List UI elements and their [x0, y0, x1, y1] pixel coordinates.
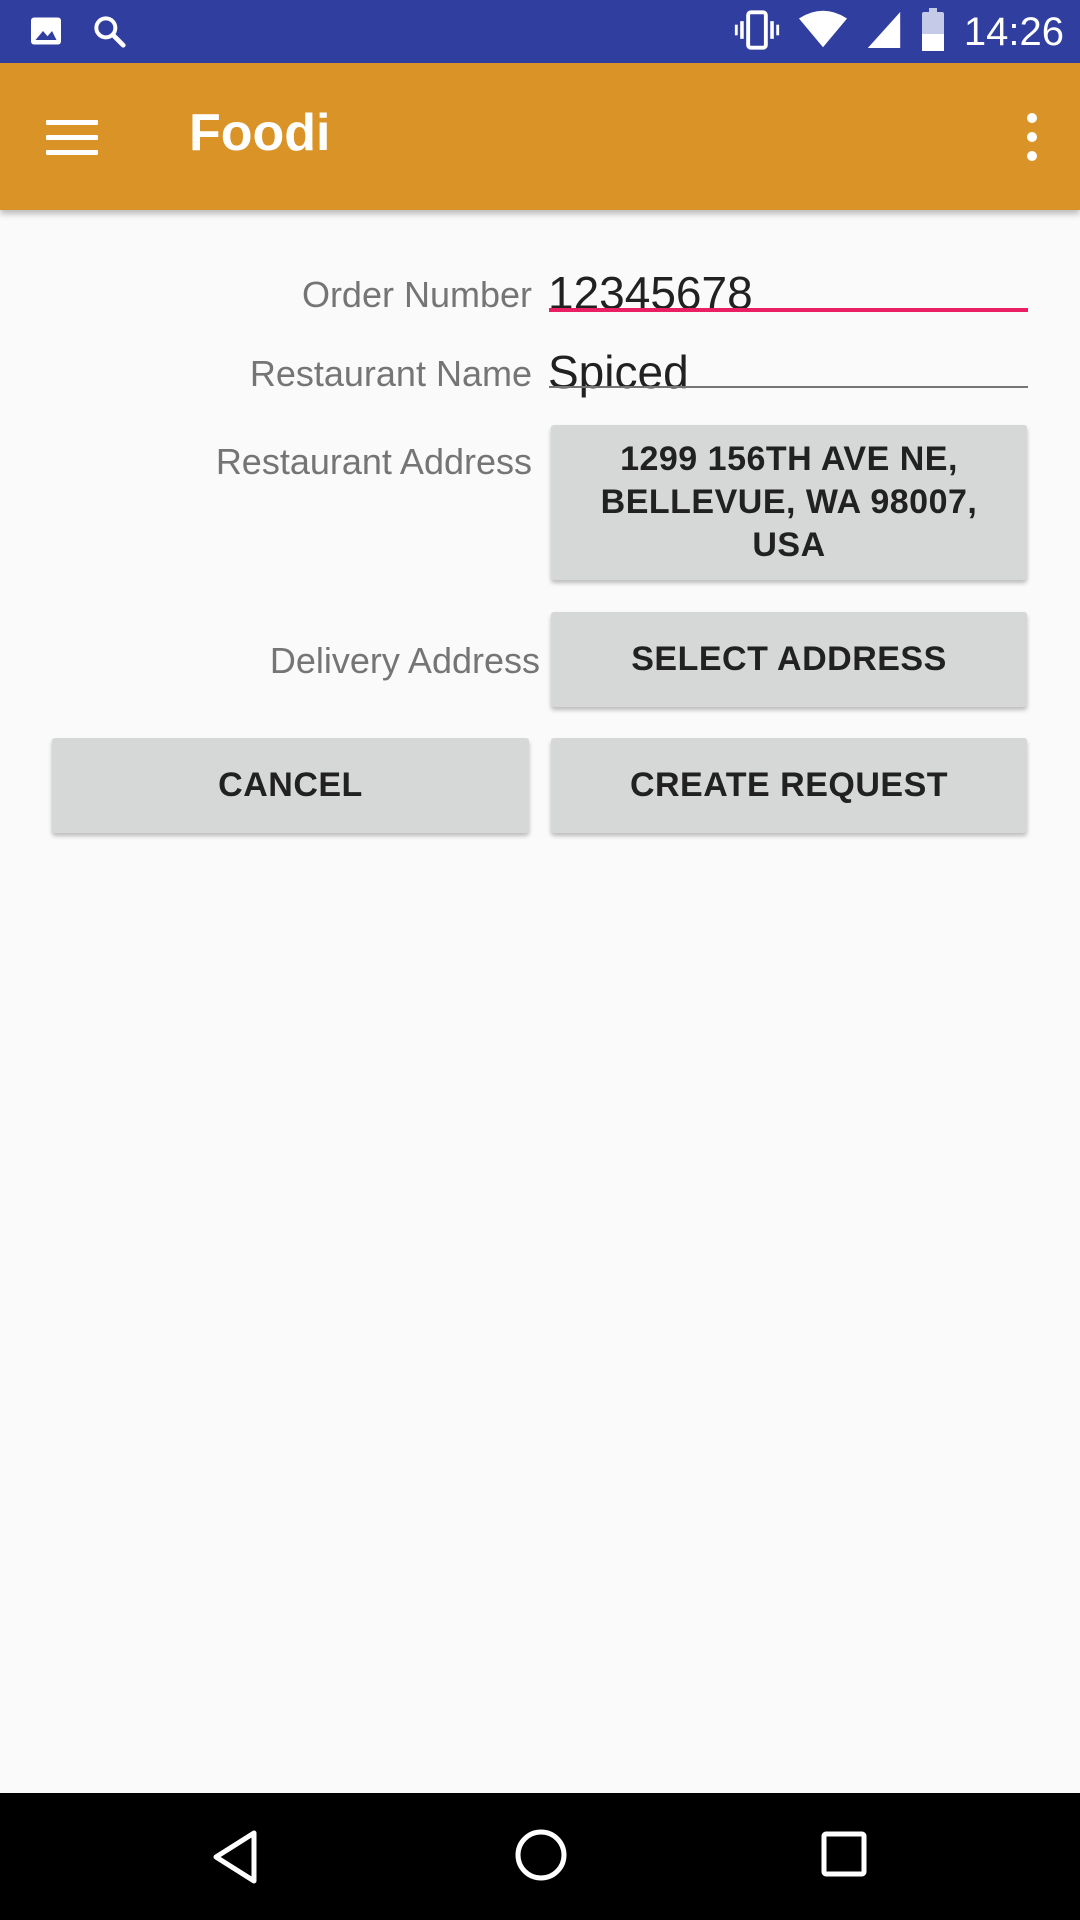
delivery-address-label: Delivery Address — [269, 640, 540, 681]
search-icon — [90, 12, 128, 55]
status-bar-left — [28, 12, 128, 55]
order-number-underline — [549, 308, 1028, 312]
battery-icon — [920, 8, 946, 57]
status-time: 14:26 — [963, 10, 1064, 54]
app-title: Foodi — [189, 104, 331, 162]
select-address-button[interactable]: SELECT ADDRESS — [551, 612, 1027, 707]
restaurant-name-label: Restaurant Name — [249, 353, 532, 394]
navigation-bar — [0, 1793, 1080, 1920]
restaurant-address-label: Restaurant Address — [215, 441, 532, 482]
menu-icon[interactable] — [36, 107, 108, 167]
recents-icon[interactable] — [821, 1831, 867, 1882]
restaurant-name-underline — [549, 386, 1028, 388]
restaurant-name-input[interactable]: Spiced — [548, 345, 689, 399]
wifi-icon — [798, 10, 848, 55]
cancel-button[interactable]: CANCEL — [52, 738, 529, 833]
vibrate-icon — [734, 8, 780, 57]
create-request-button[interactable]: CREATE REQUEST — [551, 738, 1027, 833]
home-icon[interactable] — [514, 1828, 568, 1887]
image-icon — [28, 13, 64, 54]
back-icon[interactable] — [210, 1829, 260, 1890]
app-bar: Foodi — [0, 63, 1080, 210]
order-number-label: Order Number — [301, 274, 532, 315]
signal-icon — [866, 10, 902, 55]
status-bar-right: 14:26 — [734, 8, 1064, 57]
restaurant-address-button[interactable]: 1299 156TH AVE NE, BELLEVUE, WA 98007, U… — [551, 425, 1027, 580]
more-vert-icon[interactable] — [1002, 101, 1062, 173]
status-bar: 14:26 — [0, 0, 1080, 63]
